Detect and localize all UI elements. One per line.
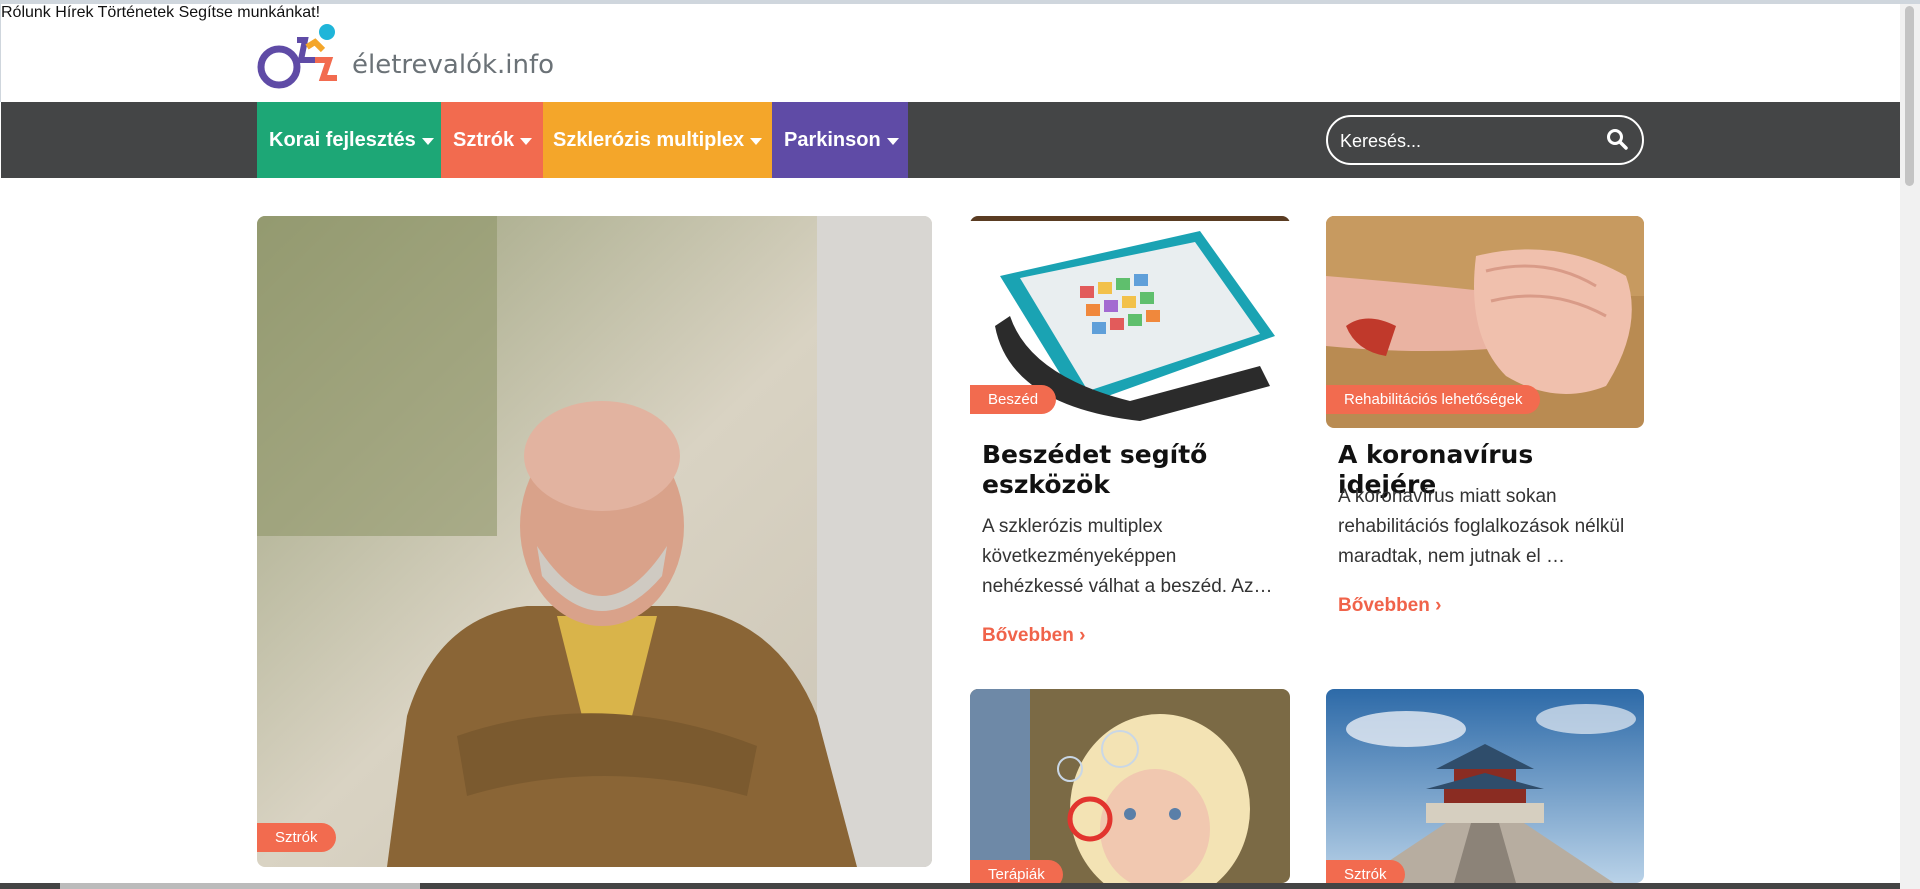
caret-down-icon xyxy=(750,137,763,145)
chevron-right-icon: › xyxy=(1079,625,1086,646)
category-sztrok[interactable]: Sztrók xyxy=(441,102,543,178)
card-4-image[interactable] xyxy=(1326,689,1644,883)
category-parkinson[interactable]: Parkinson xyxy=(772,102,908,178)
search-box xyxy=(1326,115,1644,165)
nav-rolunk[interactable]: Rólunk xyxy=(1,4,51,21)
nav-segitse-munkankat[interactable]: Segítse munkánkat! xyxy=(179,4,320,21)
card-3-image[interactable] xyxy=(970,689,1290,883)
site-header: életrevalók.info Rólunk Hírek Történetek… xyxy=(0,4,1901,102)
scrollbar-thumb[interactable] xyxy=(1905,6,1914,186)
logo-text: életrevalók.info xyxy=(352,50,555,80)
read-more-label: Bővebben xyxy=(982,625,1074,646)
category-label: Korai fejlesztés xyxy=(269,128,416,151)
man-portrait-image xyxy=(257,216,932,867)
temple-of-heaven-image xyxy=(1326,689,1644,883)
card-1-read-more[interactable]: Bővebben › xyxy=(982,625,1085,647)
nav-hirek[interactable]: Hírek xyxy=(55,4,93,21)
caret-down-icon xyxy=(520,137,533,145)
site-logo[interactable]: életrevalók.info xyxy=(257,22,554,92)
featured-badge[interactable]: Sztrók xyxy=(257,823,336,852)
caret-down-icon xyxy=(421,137,434,145)
featured-image[interactable] xyxy=(257,216,932,867)
top-nav: Rólunk Hírek Történetek Segítse munkánka… xyxy=(1,4,1901,22)
bottom-strip-segment xyxy=(60,883,420,889)
card-2-badge[interactable]: Rehabilitációs lehetőségek xyxy=(1326,385,1541,414)
search-icon[interactable] xyxy=(1606,128,1630,152)
chevron-right-icon: › xyxy=(1435,595,1442,616)
child-bubbles-image xyxy=(970,689,1290,883)
category-korai-fejlesztes[interactable]: Korai fejlesztés xyxy=(257,102,441,178)
card-1-excerpt: A szklerózis multiplex következményeképp… xyxy=(982,516,1273,597)
card-1-badge[interactable]: Beszéd xyxy=(970,385,1057,414)
category-szklerozis-multiplex[interactable]: Szklerózis multiplex xyxy=(543,102,772,178)
card-2-excerpt: A koronavírus miatt sokan rehabilitációs… xyxy=(1338,486,1625,567)
read-more-label: Bővebben xyxy=(1338,595,1430,616)
card-1-title[interactable]: Beszédet segítő eszközök xyxy=(982,440,1282,500)
search-input[interactable] xyxy=(1338,125,1602,157)
category-label: Parkinson xyxy=(784,128,881,151)
bottom-strip xyxy=(0,883,1900,889)
nav-tortenetek[interactable]: Történetek xyxy=(98,4,174,21)
scrollbar[interactable] xyxy=(1900,4,1920,889)
category-label: Sztrók xyxy=(453,128,515,151)
caret-down-icon xyxy=(886,137,899,145)
wheelchair-logo-icon xyxy=(257,24,337,89)
category-label: Szklerózis multiplex xyxy=(553,128,745,151)
card-2-read-more[interactable]: Bővebben › xyxy=(1338,595,1441,617)
